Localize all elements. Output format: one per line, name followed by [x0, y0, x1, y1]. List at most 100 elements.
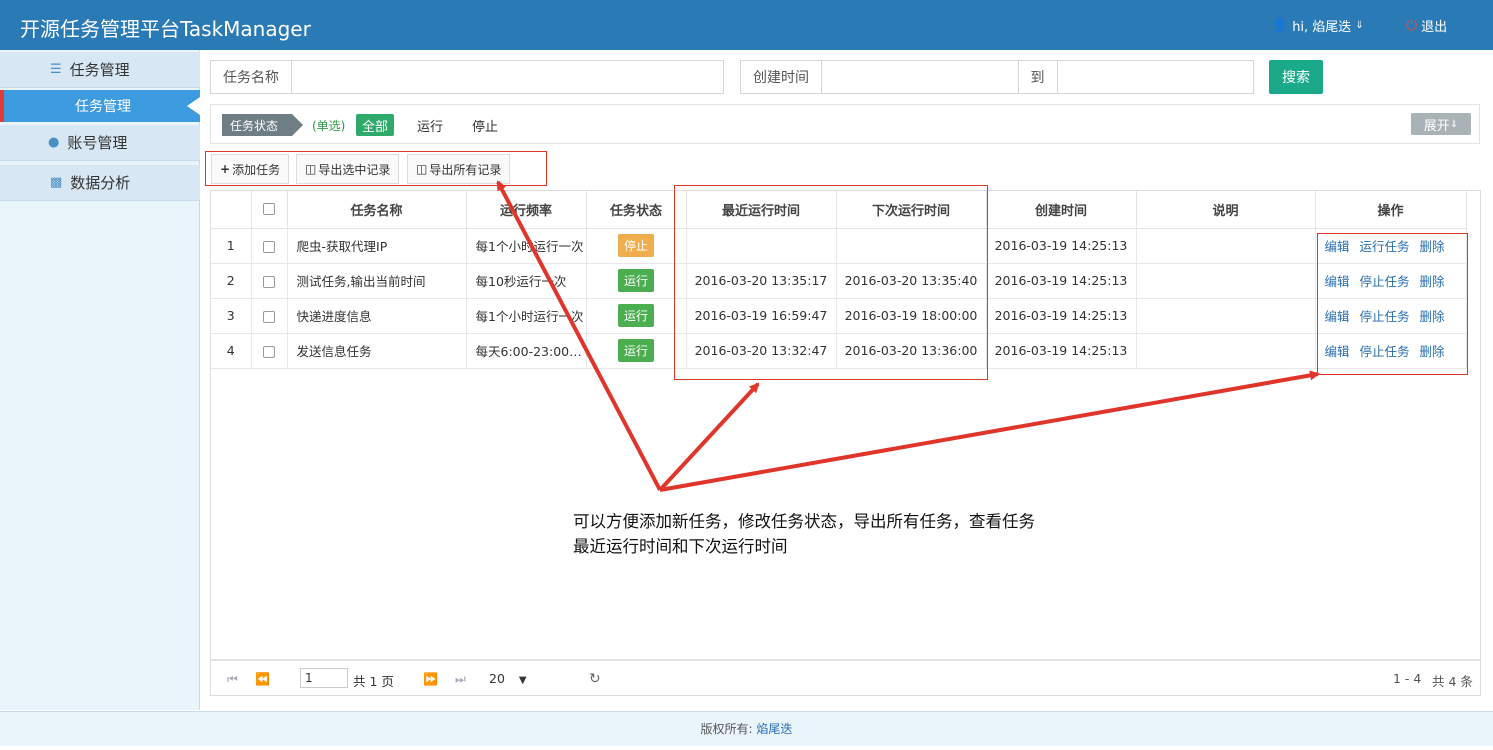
- status-cell: 停止: [586, 228, 687, 264]
- row-checkbox[interactable]: [251, 298, 288, 334]
- expand-button[interactable]: 展开 ⇓: [1411, 113, 1471, 135]
- row-number: 4: [211, 333, 252, 369]
- sidebar-item-label: 账号管理: [67, 134, 128, 152]
- sidebar-item-label: 任务管理: [69, 61, 130, 79]
- task-name-search: 任务名称: [210, 60, 724, 94]
- created-time-search: 创建时间 到: [740, 60, 1254, 94]
- annotation-text: 可以方便添加新任务，修改任务状态，导出所有任务，查看任务 最近运行时间和下次运行…: [573, 509, 1173, 559]
- created-cell: 2016-03-19 14:25:13: [986, 298, 1137, 334]
- time-columns-highlight-box: [674, 185, 988, 380]
- logout-button[interactable]: ⏻ 退出: [1406, 16, 1448, 36]
- expand-label: 展开: [1423, 118, 1450, 134]
- column-header[interactable]: 操作: [1315, 191, 1467, 229]
- sidebar-subitem-task-management[interactable]: 任务管理: [0, 90, 200, 122]
- sidebar-item-data-analysis[interactable]: ▩ 数据分析: [0, 165, 200, 201]
- record-total: 共 4 条: [1432, 674, 1473, 689]
- annotation-line-1: 可以方便添加新任务，修改任务状态，导出所有任务，查看任务: [573, 512, 1035, 531]
- frequency-cell: 每10秒运行一次: [466, 263, 587, 299]
- task-name-cell: 快递进度信息: [287, 298, 467, 334]
- column-header[interactable]: 运行频率: [466, 191, 587, 229]
- created-cell: 2016-03-19 14:25:13: [986, 333, 1137, 369]
- created-cell: 2016-03-19 14:25:13: [986, 228, 1137, 264]
- description-cell: [1136, 333, 1316, 369]
- status-badge: 停止: [617, 234, 654, 257]
- created-time-end-input[interactable]: [1057, 61, 1253, 93]
- status-filter: 任务状态 (单选) 全部 运行 停止 展开 ⇓: [210, 104, 1480, 144]
- row-number: 2: [211, 263, 252, 299]
- sidebar-item-task-management[interactable]: ☰ 任务管理: [0, 52, 200, 88]
- total-pages: 共 1 页: [353, 674, 394, 689]
- page-size-select[interactable]: 20 ▼: [489, 671, 527, 686]
- status-cell: 运行: [586, 333, 687, 369]
- status-cell: 运行: [586, 263, 687, 299]
- status-badge: 运行: [617, 339, 654, 362]
- refresh-icon[interactable]: ↻: [589, 671, 601, 687]
- description-cell: [1136, 228, 1316, 264]
- copyright-label: 版权所有:: [700, 722, 753, 736]
- pagination-bar: ⏮ ⏪ 1 共 1 页 ⏩ ⏭ 20 ▼ ↻ 1 - 4 共 4 条: [210, 660, 1481, 696]
- row-number: 3: [211, 298, 252, 334]
- description-cell: [1136, 263, 1316, 299]
- user-icon: ●: [48, 135, 60, 150]
- column-header[interactable]: 创建时间: [986, 191, 1137, 229]
- status-badge: 运行: [617, 304, 654, 327]
- sidebar-item-account-management[interactable]: ● 账号管理: [0, 125, 200, 161]
- filter-note: (单选): [312, 119, 346, 133]
- list-icon: ☰: [50, 62, 62, 77]
- sidebar: ☰ 任务管理 任务管理 ● 账号管理 ▩ 数据分析: [0, 50, 200, 710]
- frequency-cell: 每1个小时运行一次: [466, 298, 587, 334]
- toolbar-highlight-box: [205, 151, 547, 186]
- status-badge: 运行: [617, 269, 654, 292]
- footer: 版权所有: 焰尾迭: [0, 711, 1493, 746]
- frequency-cell: 每天6:00-23:00每两分钟: [466, 333, 587, 369]
- description-cell: [1136, 298, 1316, 334]
- first-page-icon[interactable]: ⏮: [227, 672, 238, 687]
- caret-down-icon: ▼: [518, 675, 527, 686]
- user-menu[interactable]: 👤 hi, 焰尾迭 ⇓: [1272, 16, 1364, 35]
- task-name-cell: 爬虫-获取代理IP: [287, 228, 467, 264]
- filter-option-stopped[interactable]: 停止: [466, 114, 504, 136]
- next-page-icon[interactable]: ⏩: [423, 672, 438, 686]
- annotation-line-2: 最近运行时间和下次运行时间: [573, 537, 788, 556]
- created-cell: 2016-03-19 14:25:13: [986, 263, 1137, 299]
- row-number-header: [211, 191, 252, 229]
- last-page-icon[interactable]: ⏭: [455, 672, 466, 687]
- row-checkbox[interactable]: [251, 263, 288, 299]
- to-label: 到: [1017, 61, 1058, 93]
- frequency-cell: 每1个小时运行一次: [466, 228, 587, 264]
- app-title: 开源任务管理平台TaskManager: [20, 17, 311, 41]
- column-header[interactable]: 说明: [1136, 191, 1316, 229]
- filter-option-all[interactable]: 全部: [356, 114, 395, 136]
- app-header: 开源任务管理平台TaskManager 👤 hi, 焰尾迭 ⇓ ⏻ 退出: [0, 0, 1493, 50]
- select-all-checkbox[interactable]: [251, 191, 288, 229]
- column-header[interactable]: 任务名称: [287, 191, 467, 229]
- column-header[interactable]: 任务状态: [586, 191, 687, 229]
- author-link[interactable]: 焰尾迭: [756, 722, 792, 736]
- filter-option-running[interactable]: 运行: [411, 114, 449, 136]
- bar-chart-icon: ▩: [50, 175, 63, 190]
- chevron-down-icon: ⇓: [1449, 118, 1459, 130]
- user-icon: 👤: [1272, 18, 1289, 33]
- task-name-cell: 测试任务,输出当前时间: [287, 263, 467, 299]
- page-size-value: 20: [489, 671, 505, 686]
- row-checkbox[interactable]: [251, 228, 288, 264]
- record-range: 1 - 4: [1393, 671, 1422, 686]
- status-cell: 运行: [586, 298, 687, 334]
- task-name-cell: 发送信息任务: [287, 333, 467, 369]
- filter-tag: 任务状态: [222, 114, 303, 136]
- created-time-label: 创建时间: [741, 61, 822, 93]
- search-button[interactable]: 搜索: [1269, 60, 1323, 94]
- actions-highlight-box: [1317, 233, 1468, 375]
- task-name-label: 任务名称: [211, 61, 292, 93]
- row-number: 1: [211, 228, 252, 264]
- task-name-input[interactable]: [292, 61, 723, 93]
- power-icon: ⏻: [1406, 17, 1418, 34]
- prev-page-icon[interactable]: ⏪: [255, 672, 270, 686]
- created-time-start-input[interactable]: [822, 61, 1018, 93]
- page-number-input[interactable]: 1: [300, 668, 348, 688]
- logout-label: 退出: [1421, 20, 1448, 35]
- sidebar-item-label: 数据分析: [70, 174, 131, 192]
- chevron-down-icon: ⇓: [1355, 20, 1364, 31]
- row-checkbox[interactable]: [251, 333, 288, 369]
- user-greeting: hi, 焰尾迭: [1292, 20, 1352, 35]
